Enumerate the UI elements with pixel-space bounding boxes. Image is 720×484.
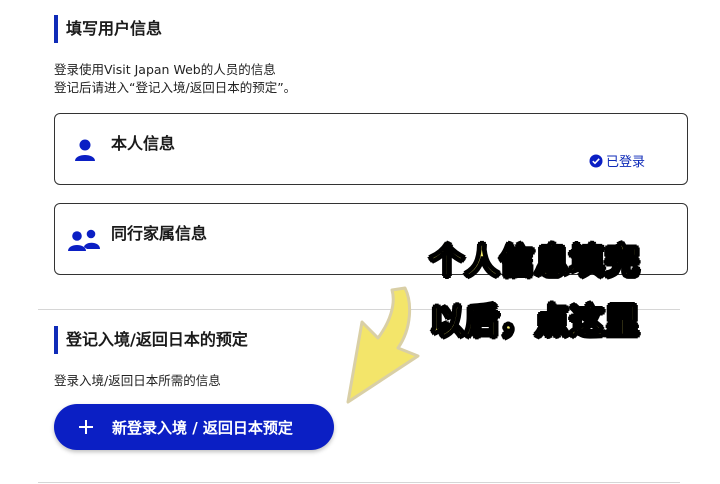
self-info-card[interactable]: 本人信息 已登录	[54, 113, 688, 185]
pointing-arrow-icon	[346, 286, 420, 404]
button-label: 新登录入境 / 返回日本预定	[112, 418, 293, 437]
description-line: 登录使用Visit Japan Web的人员的信息	[54, 62, 276, 77]
section-description: 登录使用Visit Japan Web的人员的信息 登记后请进入“登记入境/返回…	[54, 61, 296, 97]
section-title-user-info: 填写用户信息	[54, 15, 162, 43]
bottom-divider	[38, 482, 680, 483]
annotation-text-line: 个人信息填完	[429, 242, 640, 282]
check-circle-icon	[589, 154, 603, 167]
person-icon	[75, 139, 95, 161]
annotation-text-line: 以后，点这里	[429, 302, 640, 342]
status-badge: 已登录	[589, 151, 645, 170]
card-label: 本人信息	[111, 134, 176, 153]
description-line: 登记后请进入“登记入境/返回日本的预定”。	[54, 80, 297, 95]
section-description: 登录入境/返回日本所需的信息	[54, 373, 221, 388]
status-text: 已登录	[605, 155, 645, 170]
plus-icon	[79, 420, 93, 434]
card-label: 同行家属信息	[111, 224, 208, 243]
new-entry-plan-button[interactable]: 新登录入境 / 返回日本预定	[54, 404, 334, 450]
family-icon	[68, 229, 100, 251]
section-title-entry-plan: 登记入境/返回日本的预定	[54, 326, 248, 354]
